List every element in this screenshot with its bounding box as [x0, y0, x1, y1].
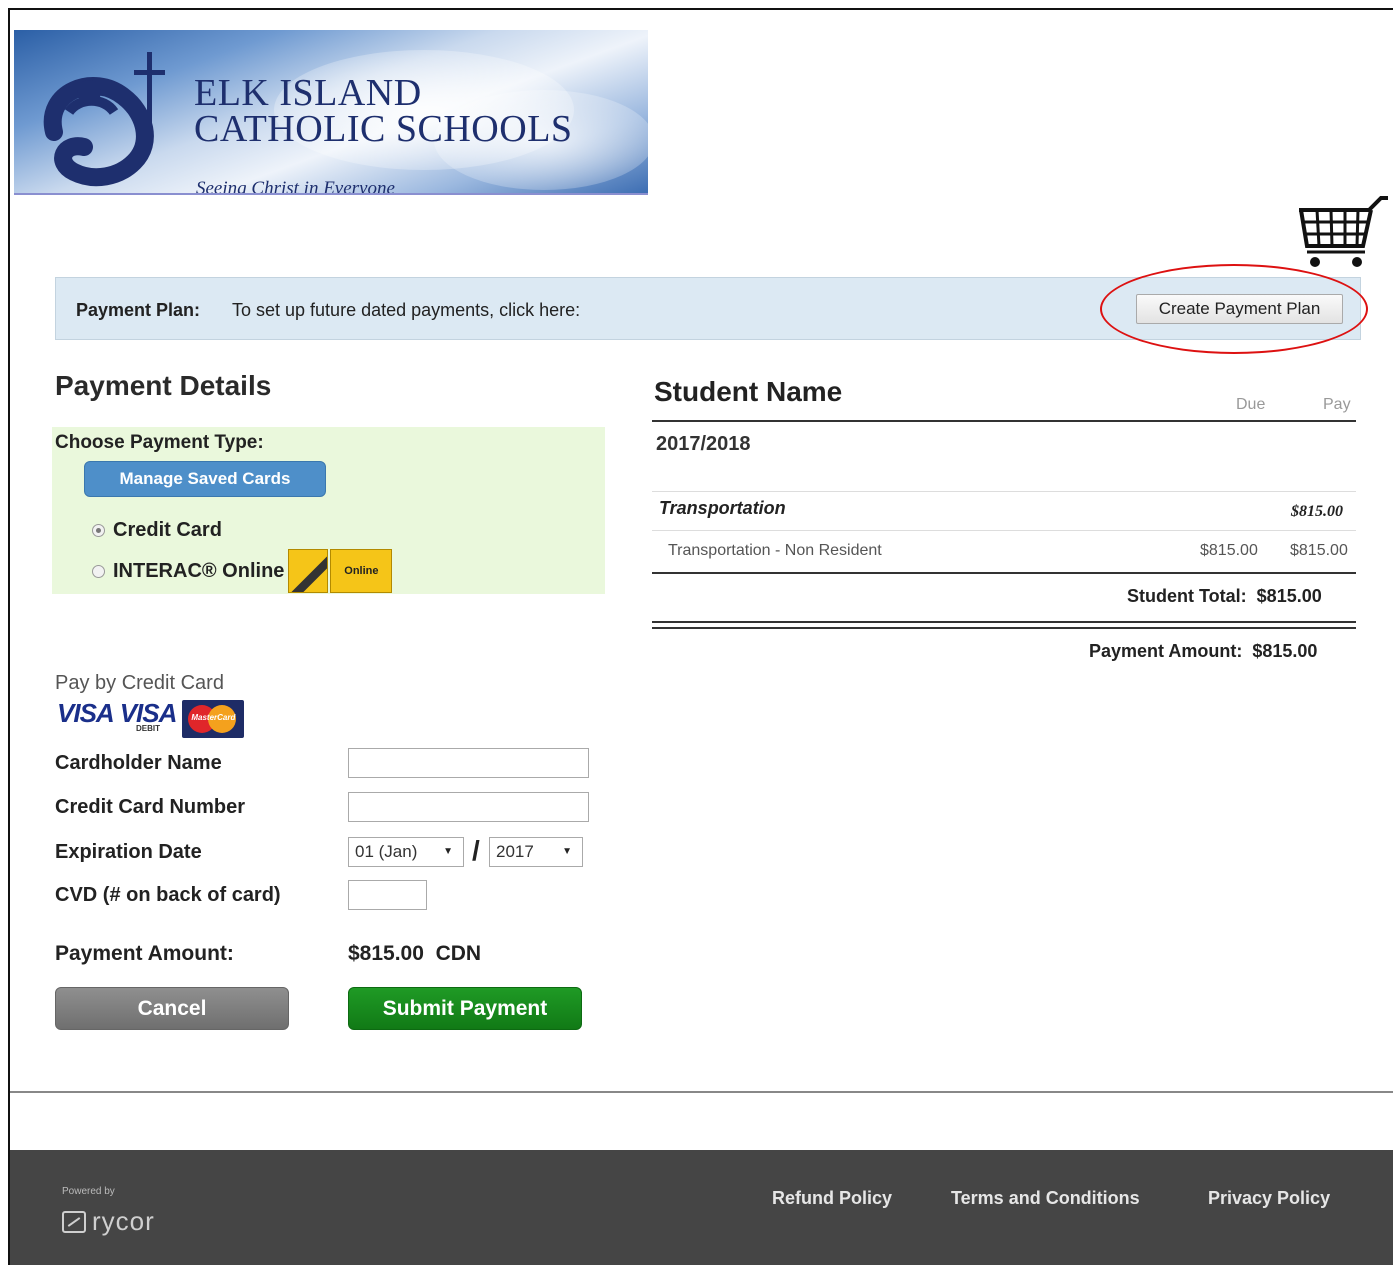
powered-by-label: Powered by: [62, 1186, 115, 1197]
summary-divider: [652, 530, 1356, 531]
payment-amount-label: Payment Amount:: [55, 942, 234, 965]
summary-divider: [652, 621, 1356, 623]
dropdown-arrow-icon: ▼: [562, 846, 572, 857]
school-tagline: Seeing Christ in Everyone: [196, 178, 395, 195]
summary-divider: [652, 420, 1356, 422]
rycor-logo: rycor: [62, 1206, 155, 1237]
privacy-policy-link[interactable]: Privacy Policy: [1208, 1188, 1330, 1209]
pay-column-header: Pay: [1323, 396, 1351, 413]
student-total: Student Total: $815.00: [1127, 586, 1322, 606]
footer: Powered by rycor Refund Policy Terms and…: [10, 1150, 1393, 1265]
shopping-cart-icon[interactable]: [1295, 196, 1390, 271]
payment-plan-text: To set up future dated payments, click h…: [232, 300, 581, 320]
interac-option-label: INTERAC® Online: [113, 559, 285, 582]
credit-card-radio[interactable]: [92, 524, 105, 537]
credit-card-number-input[interactable]: [348, 792, 589, 822]
cvd-input[interactable]: [348, 880, 427, 910]
payment-plan-label: Payment Plan:: [76, 300, 201, 320]
summary-divider: [652, 491, 1356, 492]
fee-category-amount: $815.00: [1291, 503, 1343, 520]
expiration-year-select[interactable]: 2017 ▼: [489, 837, 583, 867]
school-banner: ELK ISLAND CATHOLIC SCHOOLS Seeing Chris…: [14, 30, 648, 195]
terms-and-conditions-link[interactable]: Terms and Conditions: [951, 1188, 1140, 1209]
credit-card-option-label: Credit Card: [113, 519, 222, 541]
submit-payment-button[interactable]: Submit Payment: [348, 987, 582, 1030]
cardholder-name-input[interactable]: [348, 748, 589, 778]
rycor-logo-icon: [62, 1210, 86, 1233]
footer-divider: [10, 1091, 1393, 1093]
school-name-line2: CATHOLIC SCHOOLS: [194, 108, 573, 150]
refund-policy-link[interactable]: Refund Policy: [772, 1188, 892, 1209]
credit-card-number-label: Credit Card Number: [55, 796, 246, 818]
school-name-line1: ELK ISLAND: [194, 72, 422, 114]
interac-online-logo: Online: [288, 549, 393, 593]
summary-divider: [652, 572, 1356, 574]
cvd-label: CVD (# on back of card): [55, 884, 281, 906]
summary-divider: [652, 627, 1356, 629]
card-brand-logos: VISA VISA DEBIT MasterCard: [57, 698, 245, 738]
mastercard-logo: MasterCard: [182, 700, 245, 738]
cardholder-name-label: Cardholder Name: [55, 752, 222, 774]
fee-line-item-due: $815.00: [1200, 542, 1258, 559]
choose-payment-type-label: Choose Payment Type:: [55, 432, 264, 453]
due-column-header: Due: [1236, 396, 1266, 413]
expiration-separator: /: [472, 835, 480, 866]
fee-line-item-pay: $815.00: [1290, 542, 1348, 559]
payment-option-credit-card[interactable]: Credit Card: [92, 519, 222, 542]
interac-online-badge: Online: [330, 549, 393, 593]
dropdown-arrow-icon: ▼: [443, 846, 453, 857]
payment-amount-value: $815.00 CDN: [348, 942, 482, 965]
expiration-month-select[interactable]: 01 (Jan) ▼: [348, 837, 464, 867]
fee-category: Transportation: [659, 498, 786, 518]
cancel-button[interactable]: Cancel: [55, 987, 289, 1030]
manage-saved-cards-button[interactable]: Manage Saved Cards: [84, 461, 326, 497]
interac-radio[interactable]: [92, 564, 105, 578]
visa-debit-logo: VISA DEBIT: [119, 698, 178, 733]
interac-key-icon: [288, 549, 329, 593]
summary-payment-amount: Payment Amount: $815.00: [1089, 641, 1318, 661]
payment-plan-bar: Payment Plan: To set up future dated pay…: [55, 277, 1361, 340]
fee-line-item-label: Transportation - Non Resident: [668, 542, 882, 559]
payment-type-panel: Choose Payment Type: Manage Saved Cards …: [52, 427, 605, 594]
create-payment-plan-button[interactable]: Create Payment Plan: [1136, 294, 1343, 324]
page-frame: [8, 8, 1393, 1265]
payment-details-title: Payment Details: [55, 370, 272, 401]
student-name-heading: Student Name: [654, 376, 843, 407]
school-year: 2017/2018: [656, 433, 751, 455]
pay-by-credit-card-label: Pay by Credit Card: [55, 672, 224, 694]
visa-logo: VISA: [57, 698, 115, 728]
expiration-date-label: Expiration Date: [55, 841, 202, 863]
school-logo-icon: [43, 52, 165, 187]
payment-option-interac[interactable]: INTERAC® Online Online: [92, 549, 393, 593]
